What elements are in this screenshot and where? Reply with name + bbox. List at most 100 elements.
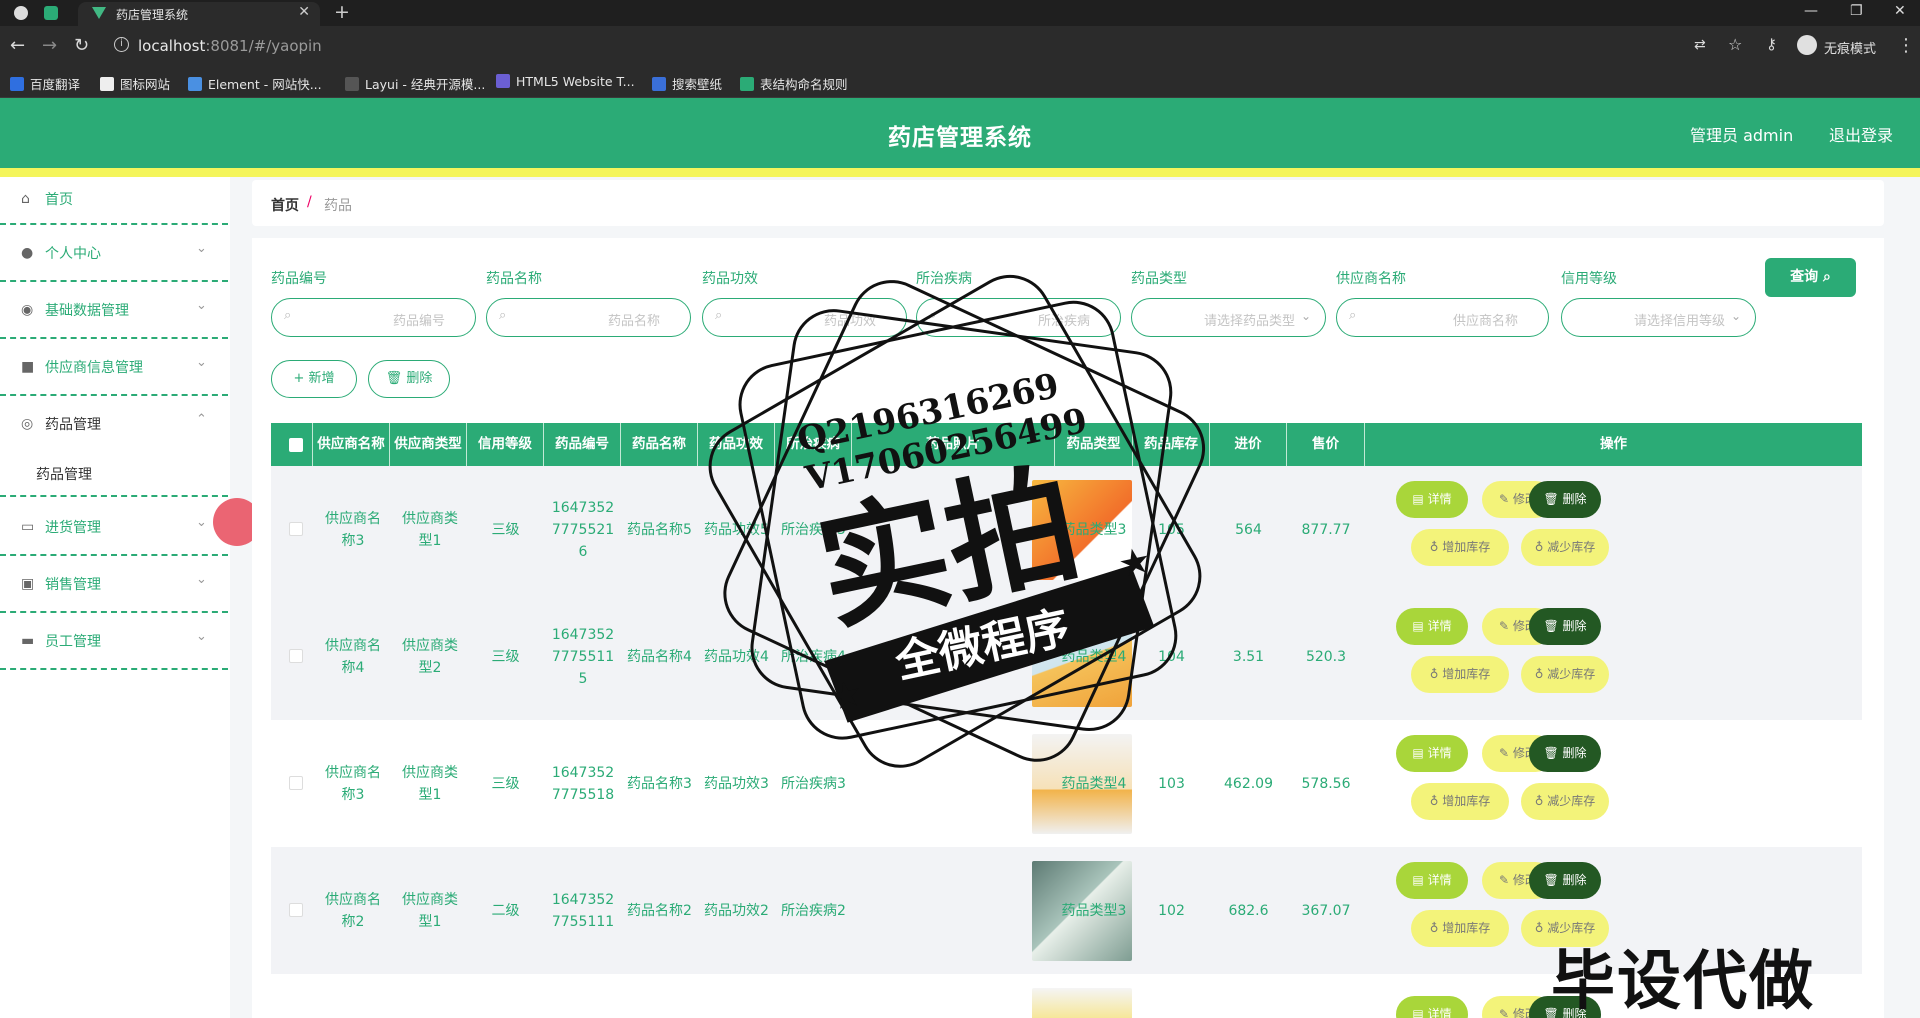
app-header: 药店管理系统 管理员 admin 退出登录 xyxy=(0,98,1920,168)
sidebar-subitem-drug-management[interactable]: 药品管理 xyxy=(0,448,228,497)
table-row[interactable]: 供应商名称3 供应商类型1 三级 16473527775518 药品名称3 药品… xyxy=(271,720,1862,847)
row-checkbox[interactable] xyxy=(289,903,303,917)
search-icon: ⌕ xyxy=(1823,269,1831,285)
bookmark-item[interactable]: Layui - 经典开源模... xyxy=(345,74,485,93)
add-stock-label: 增加库存 xyxy=(1442,921,1491,935)
disease-search-input[interactable]: ⌕ 所治疾病 xyxy=(916,298,1121,337)
bookmark-item[interactable]: 搜索壁纸 xyxy=(652,74,722,93)
detail-button[interactable]: ▤ 详情 xyxy=(1396,481,1468,518)
close-window-icon[interactable]: ✕ xyxy=(1894,3,1906,19)
url-field[interactable]: i localhost:8081/#/yaopin xyxy=(106,32,1686,60)
detail-label: 详情 xyxy=(1427,492,1452,506)
bookmark-item[interactable]: HTML5 Website T... xyxy=(496,74,635,89)
add-stock-button[interactable]: ♁ 增加库存 xyxy=(1411,529,1509,566)
reduce-stock-button[interactable]: ♁ 减少库存 xyxy=(1521,783,1609,820)
cell-disease: 所治疾病3 xyxy=(781,775,846,792)
add-stock-button[interactable]: ♁ 增加库存 xyxy=(1411,656,1509,693)
pencil-icon: ✎ xyxy=(1499,619,1513,633)
breadcrumb-home[interactable]: 首页 xyxy=(271,195,299,215)
drug-type-select[interactable]: 请选择药品类型 ⌄ xyxy=(1131,298,1326,337)
add-stock-button[interactable]: ♁ 增加库存 xyxy=(1411,783,1509,820)
header-cell: 药品照片 xyxy=(852,423,1055,466)
sidebar-item-drug[interactable]: ◎ 药品管理 ⌃ xyxy=(0,396,228,448)
credit-level-select[interactable]: 请选择信用等级 ⌄ xyxy=(1561,298,1756,337)
cell-supplier-type: 供应商类型1 xyxy=(402,764,458,803)
bookmark-icon xyxy=(345,77,359,91)
detail-button[interactable]: ▤ 详情 xyxy=(1396,608,1468,645)
name-search-input[interactable]: ⌕ 药品名称 xyxy=(486,298,691,337)
reload-icon[interactable]: ↻ xyxy=(74,35,89,56)
bookmark-item[interactable]: 图标网站 xyxy=(100,74,170,93)
forward-icon[interactable]: → xyxy=(42,35,57,56)
delete-button[interactable]: 🗑 删除 xyxy=(1529,735,1601,772)
row-checkbox[interactable] xyxy=(289,649,303,663)
browser-tab-active[interactable]: 药店管理系统 ✕ xyxy=(78,2,320,26)
reduce-stock-button[interactable]: ♁ 减少库存 xyxy=(1521,656,1609,693)
address-bar: ← → ↻ i localhost:8081/#/yaopin ⇄ ☆ ⚷ 无痕… xyxy=(0,26,1920,66)
detail-button[interactable]: ▤ 详情 xyxy=(1396,996,1468,1018)
code-search-input[interactable]: ⌕ 药品编号 xyxy=(271,298,476,337)
tab-close-icon[interactable]: ✕ xyxy=(298,4,310,20)
logout-link[interactable]: 退出登录 xyxy=(1829,122,1893,146)
detail-button[interactable]: ▤ 详情 xyxy=(1396,862,1468,899)
cell-supplier: 供应商名称3 xyxy=(325,764,381,803)
bookmark-item[interactable]: Element - 网站快... xyxy=(188,74,322,93)
delete-button[interactable]: 🗑 删除 xyxy=(1529,481,1601,518)
header-select-all-cell xyxy=(271,423,313,466)
more-icon[interactable]: ⋮ xyxy=(1897,35,1915,56)
table-row[interactable]: 供应商名称3 供应商类型1 三级 164735277755216 药品名称5 药… xyxy=(271,466,1862,593)
sidebar-item-label: 销售管理 xyxy=(45,577,101,593)
restore-icon[interactable]: ❐ xyxy=(1850,3,1863,19)
watermark-bottom-text: 毕设代做 xyxy=(1551,945,1815,1018)
sidebar-item-basic-data[interactable]: ◉ 基础数据管理 ⌄ xyxy=(0,282,228,339)
bulb-icon: ♁ xyxy=(1534,794,1548,808)
cell-cost: 462.09 xyxy=(1224,775,1273,792)
minimize-icon[interactable]: — xyxy=(1804,3,1818,19)
key-icon[interactable]: ⚷ xyxy=(1766,35,1777,53)
translate-icon[interactable]: ⇄ xyxy=(1694,37,1706,53)
sidebar-item-supplier[interactable]: ■ 供应商信息管理 ⌄ xyxy=(0,339,228,396)
query-button[interactable]: 查询 ⌕ xyxy=(1765,258,1856,297)
sidebar: ⌂ 首页 ● 个人中心 ⌄ ◉ 基础数据管理 ⌄ ■ 供应商信息管理 ⌄ ◎ 药… xyxy=(0,177,230,1018)
effect-search-input[interactable]: ⌕ 药品功效 xyxy=(702,298,907,337)
drug-photo[interactable] xyxy=(1032,988,1132,1018)
header-cell: 信用等级 xyxy=(467,423,544,466)
row-checkbox[interactable] xyxy=(289,776,303,790)
delete-label: 删除 xyxy=(1562,619,1587,633)
delete-button[interactable]: 🗑 删除 xyxy=(1529,608,1601,645)
new-tab-icon[interactable]: + xyxy=(334,1,350,23)
sidebar-item-purchase[interactable]: ▭ 进货管理 ⌄ xyxy=(0,499,228,556)
app-favicon-icon[interactable] xyxy=(44,6,58,20)
info-icon[interactable]: i xyxy=(114,37,129,52)
bookmark-item[interactable]: 百度翻译 xyxy=(10,74,80,93)
batch-delete-button[interactable]: 🗑 删除 xyxy=(368,360,450,398)
incognito-icon[interactable] xyxy=(1797,35,1817,55)
batch-delete-label: 删除 xyxy=(406,371,433,386)
doc-icon: ▤ xyxy=(1412,1007,1428,1018)
add-button[interactable]: + 新增 xyxy=(271,360,357,398)
cell-stock: 104 xyxy=(1158,648,1185,665)
reduce-stock-button[interactable]: ♁ 减少库存 xyxy=(1521,529,1609,566)
detail-button[interactable]: ▤ 详情 xyxy=(1396,735,1468,772)
supplier-search-input[interactable]: ⌕ 供应商名称 xyxy=(1336,298,1549,337)
browser-menu-icon[interactable] xyxy=(14,6,28,20)
bookmark-item[interactable]: 表结构命名规则 xyxy=(740,74,848,93)
sidebar-item-profile[interactable]: ● 个人中心 ⌄ xyxy=(0,225,228,282)
sidebar-item-home[interactable]: ⌂ 首页 xyxy=(0,177,228,225)
add-stock-button[interactable]: ♁ 增加库存 xyxy=(1411,910,1509,947)
select-all-checkbox[interactable] xyxy=(289,438,303,452)
row-checkbox[interactable] xyxy=(289,522,303,536)
search-icon: ⌕ xyxy=(499,308,507,323)
delete-button[interactable]: 🗑 删除 xyxy=(1529,862,1601,899)
sidebar-item-staff[interactable]: ▬ 员工管理 ⌄ xyxy=(0,613,228,670)
bulb-icon: ◉ xyxy=(21,302,34,318)
cell-supplier-type: 供应商类型1 xyxy=(402,510,458,549)
sidebar-item-sales[interactable]: ▣ 销售管理 ⌄ xyxy=(0,556,228,613)
reduce-stock-label: 减少库存 xyxy=(1547,540,1596,554)
table-row[interactable]: 供应商名称4 供应商类型2 三级 164735277755115 药品名称4 药… xyxy=(271,593,1862,720)
cell-name: 药品名称4 xyxy=(627,648,692,665)
back-icon[interactable]: ← xyxy=(10,35,25,56)
bookmark-icon xyxy=(188,77,202,91)
star-icon[interactable]: ☆ xyxy=(1728,35,1742,54)
vue-logo-icon xyxy=(92,7,106,19)
